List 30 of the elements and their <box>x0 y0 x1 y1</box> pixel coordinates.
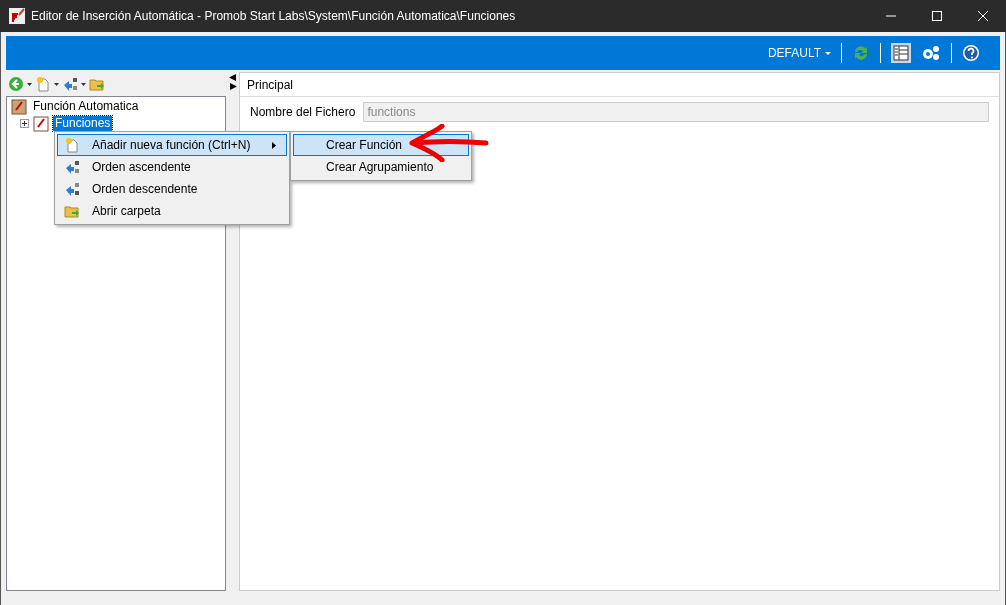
panel-title: Principal <box>247 76 294 94</box>
maximize-icon <box>932 11 942 21</box>
menu-item[interactable]: Orden descendente <box>57 178 287 200</box>
window-title: Editor de Inserción Automática - Promob Start Labs\System\Función Automatica\Funciones <box>31 8 516 25</box>
app-logo-icon <box>9 8 25 24</box>
sort-ascending-icon <box>64 159 80 175</box>
collapse-panel-icon[interactable] <box>228 74 237 90</box>
menu-item[interactable]: Añadir nueva función (Ctrl+N) <box>57 134 287 156</box>
close-icon <box>978 11 988 21</box>
caret-icon[interactable] <box>27 82 32 86</box>
settings-icon[interactable] <box>921 44 941 62</box>
menu-item[interactable]: Crear Agrupamiento <box>293 156 469 178</box>
submenu-arrow-icon <box>272 141 276 149</box>
menu-item[interactable]: Abrir carpeta <box>57 200 287 222</box>
folder-icon <box>64 203 80 219</box>
caret-icon[interactable] <box>81 82 86 86</box>
function-icon <box>11 98 27 115</box>
tree-item[interactable]: Función Automatica <box>31 99 141 114</box>
function-icon <box>33 115 49 132</box>
new-file-icon <box>64 137 80 153</box>
help-icon[interactable] <box>962 44 980 62</box>
profile-dropdown[interactable]: DEFAULT <box>767 44 831 62</box>
menu-item[interactable]: Orden ascendente <box>57 156 287 178</box>
field-label: Nombre del Fichero <box>250 104 356 121</box>
caret-icon[interactable] <box>54 82 59 86</box>
expand-icon[interactable] <box>20 119 29 128</box>
layout-panel-icon[interactable] <box>891 43 911 63</box>
sort-descending-icon <box>64 181 80 197</box>
tree-item[interactable]: Funciones <box>53 116 113 131</box>
sort-icon[interactable] <box>62 76 78 92</box>
